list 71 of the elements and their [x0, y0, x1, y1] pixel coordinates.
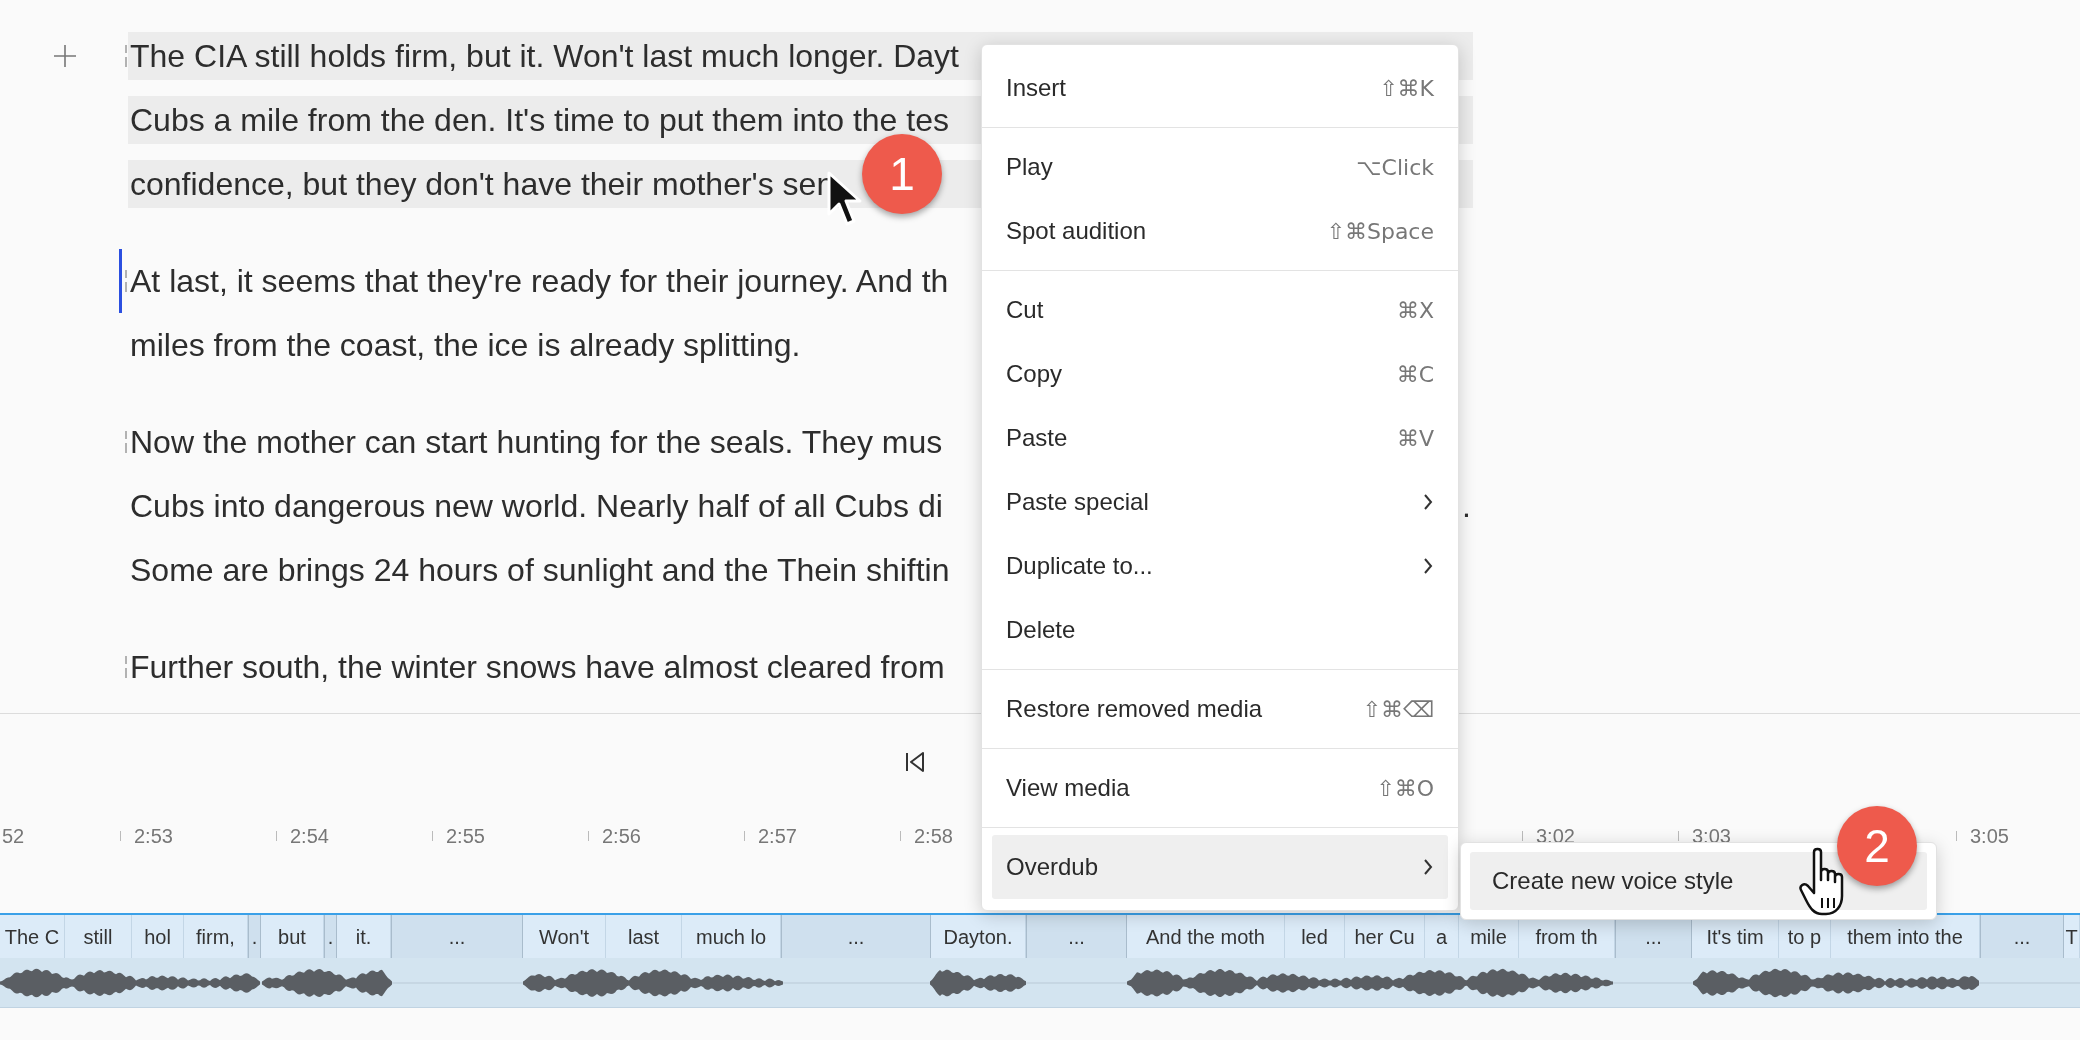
time-label: 2:54	[290, 824, 329, 849]
menu-item[interactable]: Play ⌥Click	[992, 135, 1448, 199]
tick-mark	[120, 831, 121, 841]
menu-item[interactable]: Paste ⌘V	[992, 406, 1448, 470]
paragraph-text: .	[1462, 487, 1472, 526]
callout-badge: 2	[1837, 806, 1917, 886]
plus-icon[interactable]	[52, 43, 78, 69]
pause-segment[interactable]: .	[248, 915, 261, 958]
keyboard-shortcut: ⇧⌘⌫	[1362, 695, 1434, 724]
menu-item-label: Insert	[1006, 73, 1067, 103]
paragraph-marker-icon	[124, 268, 128, 294]
tick-mark	[900, 831, 901, 841]
tick-mark	[588, 831, 589, 841]
time-label: 2:56	[602, 824, 641, 849]
keyboard-shortcut: ⌘X	[1396, 296, 1434, 325]
tick-mark	[276, 831, 277, 841]
keyboard-shortcut: ⌥Click	[1356, 153, 1434, 182]
word-segment[interactable]: T	[2064, 915, 2080, 958]
paragraph-text: Now the mother can start hunting for the seals. They mus	[129, 423, 943, 462]
menu-item[interactable]: Overdub	[992, 835, 1448, 899]
time-label: 2:57	[758, 824, 797, 849]
menu-item-label: Play	[1006, 152, 1053, 182]
time-label: 2:53	[134, 824, 173, 849]
keyboard-shortcut: ⇧⌘O	[1376, 774, 1434, 803]
paragraph-text: Further south, the winter snows have almost cleared from	[129, 648, 945, 687]
paragraph-marker-icon	[124, 654, 128, 680]
paragraph-marker-icon	[124, 43, 128, 69]
menu-item-label: Restore removed media	[1006, 694, 1263, 724]
pause-segment[interactable]: ...	[1026, 915, 1127, 958]
menu-item[interactable]: Insert ⇧⌘K	[992, 56, 1448, 120]
pause-segment[interactable]: .	[324, 915, 337, 958]
menu-item[interactable]: Duplicate to...	[992, 534, 1448, 598]
menu-item-label: View media	[1006, 773, 1130, 803]
time-label: 2:58	[914, 824, 953, 849]
tick-mark	[744, 831, 745, 841]
paragraph-text: Cubs into dangerous new world. Nearly half of all Cubs di	[129, 487, 943, 526]
keyboard-shortcut: ⇧⌘Space	[1326, 217, 1434, 246]
menu-item-label: Paste special	[1006, 487, 1149, 517]
paragraph-text: The CIA still holds firm, but it. Won't last much longer. Dayt	[129, 37, 959, 76]
keyboard-shortcut: ⌘V	[1396, 424, 1434, 453]
menu-item[interactable]: View media ⇧⌘O	[992, 756, 1448, 820]
menu-item[interactable]: Copy ⌘C	[992, 342, 1448, 406]
tick-mark	[432, 831, 433, 841]
menu-item-label: Paste	[1006, 423, 1068, 453]
time-label: 2:55	[446, 824, 485, 849]
pause-segment[interactable]: ...	[391, 915, 523, 958]
menu-item[interactable]: Cut ⌘X	[992, 278, 1448, 342]
skip-back-icon[interactable]	[904, 749, 926, 774]
menu-item-label: Spot audition	[1006, 216, 1147, 246]
menu-item-label: Copy	[1006, 359, 1063, 389]
time-label: 3:05	[1970, 824, 2009, 849]
menu-item[interactable]: Paste special	[992, 470, 1448, 534]
menu-item-label: Delete	[1006, 615, 1076, 645]
menu-item-label: Cut	[1006, 295, 1044, 325]
tick-mark	[1956, 831, 1957, 841]
menu-item-label: Duplicate to...	[1006, 551, 1153, 581]
menu-item[interactable]: Spot audition ⇧⌘Space	[992, 199, 1448, 263]
pause-segment[interactable]: ...	[781, 915, 931, 958]
menu-item-label: Overdub	[1006, 852, 1099, 882]
time-label: 52	[2, 824, 25, 849]
menu-item[interactable]: Delete	[992, 598, 1448, 662]
pause-segment[interactable]: ...	[1980, 915, 2064, 958]
tick-mark	[1678, 831, 1679, 841]
paragraph-text: At last, it seems that they're ready for their journey. And th	[129, 262, 949, 301]
paragraph-text: miles from the coast, the ice is already splitting.	[129, 326, 801, 365]
menu-item[interactable]: Restore removed media ⇧⌘⌫	[992, 677, 1448, 741]
paragraph-marker-icon	[124, 429, 128, 455]
paragraph-text: Some are brings 24 hours of sunlight and the Thein shiftin	[129, 551, 950, 590]
keyboard-shortcut: ⇧⌘K	[1379, 74, 1434, 103]
keyboard-shortcut: ⌘C	[1396, 360, 1434, 389]
tick-mark	[1522, 831, 1523, 841]
